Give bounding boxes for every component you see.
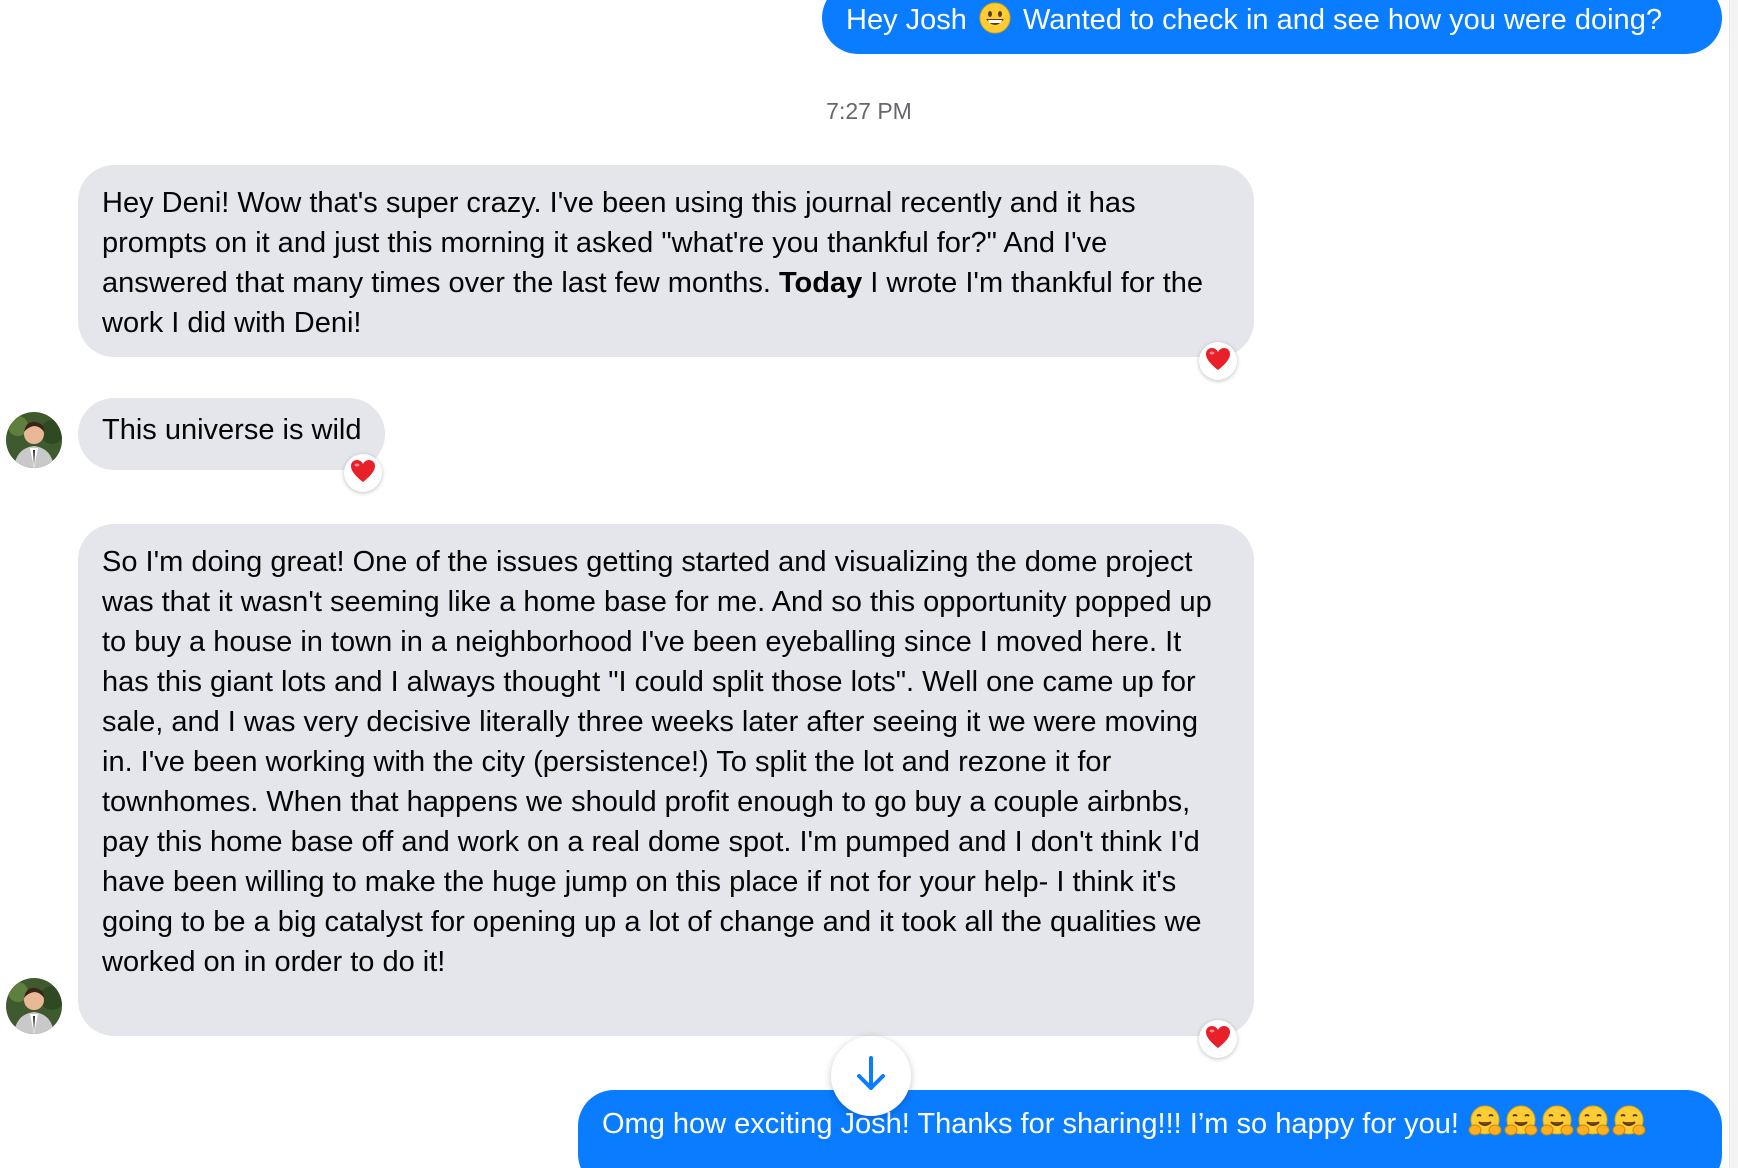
hugging-face-icon <box>1612 1104 1646 1149</box>
message-text: So I'm doing great! One of the issues ge… <box>102 546 1212 978</box>
hugging-face-icon <box>1540 1104 1574 1149</box>
sent-message[interactable]: Hey Josh Wanted to check in and see how … <box>822 0 1722 54</box>
red-heart-icon <box>1205 347 1231 376</box>
received-message[interactable]: This universe is wild <box>78 398 386 470</box>
scrollbar[interactable] <box>1729 0 1738 1168</box>
arrow-down-icon <box>854 1055 888 1098</box>
received-message[interactable]: Hey Deni! Wow that's super crazy. I've b… <box>78 165 1254 357</box>
red-heart-icon <box>350 459 376 488</box>
hugging-face-icon <box>1576 1104 1610 1149</box>
message-text: Hey Josh <box>846 4 975 36</box>
message-text: Omg how exciting Josh! Thanks for sharin… <box>602 1108 1468 1140</box>
message-text: This universe is wild <box>102 414 362 446</box>
reaction-badge[interactable] <box>344 454 382 492</box>
message-text: Wanted to check in and see how you were … <box>1014 4 1662 36</box>
message-timestamp: 7:27 PM <box>826 98 912 124</box>
chat-thread[interactable]: Hey Josh Wanted to check in and see how … <box>0 0 1738 1168</box>
hugging-face-icon <box>1504 1104 1538 1149</box>
avatar[interactable] <box>6 412 62 468</box>
reaction-badge[interactable] <box>1199 1020 1237 1058</box>
scroll-to-bottom-button[interactable] <box>831 1036 911 1116</box>
red-heart-icon <box>1205 1025 1231 1054</box>
avatar[interactable] <box>6 978 62 1034</box>
received-message[interactable]: So I'm doing great! One of the issues ge… <box>78 524 1254 1036</box>
sent-message[interactable]: Omg how exciting Josh! Thanks for sharin… <box>578 1090 1722 1168</box>
message-bold-text: Today <box>778 267 863 299</box>
hugging-face-icon <box>1468 1104 1502 1149</box>
reaction-badge[interactable] <box>1199 342 1237 380</box>
grinning-face-icon <box>979 2 1011 45</box>
